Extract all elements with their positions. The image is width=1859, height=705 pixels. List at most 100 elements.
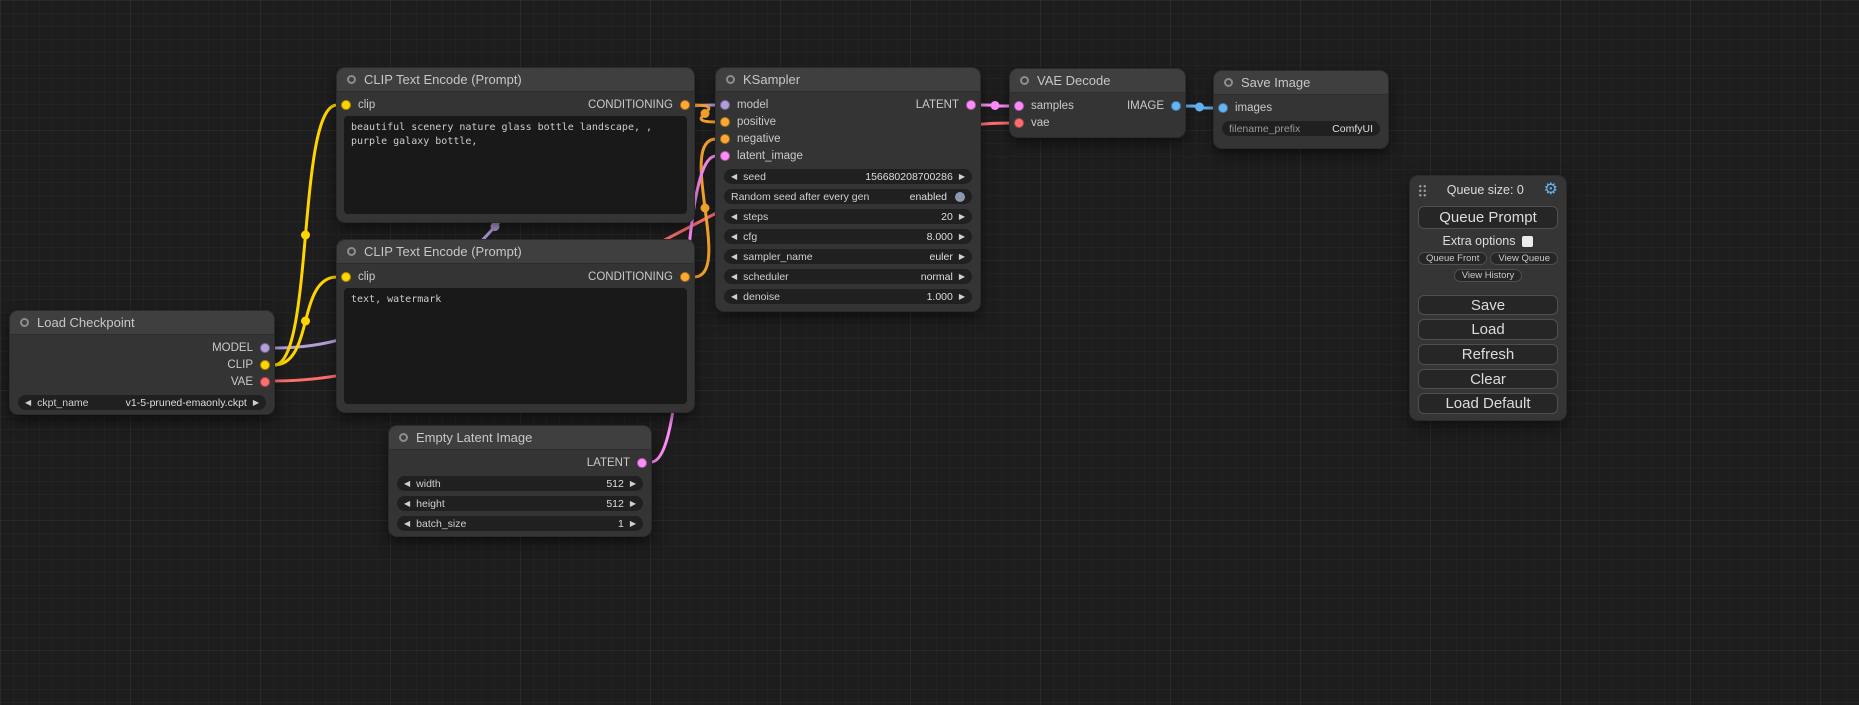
clip-input-dot[interactable] [341,272,351,282]
model-input-dot[interactable] [720,100,730,110]
latent-image-input-dot[interactable] [720,151,730,161]
widget-value: 8.000 [927,231,953,243]
node-titlebar[interactable]: Load Checkpoint [10,311,274,335]
node-vae-decode[interactable]: VAE Decode samples IMAGE vae [1010,69,1185,137]
node-title: Load Checkpoint [37,315,135,330]
node-load-checkpoint[interactable]: Load Checkpoint MODEL CLIP VAE [10,311,274,414]
decrement-arrow-icon[interactable]: ◀ [404,480,410,488]
steps-stepper[interactable]: ◀ steps 20 ▶ [724,209,972,224]
increment-arrow-icon[interactable]: ▶ [630,500,636,508]
node-clip-text-encode-positive[interactable]: CLIP Text Encode (Prompt) clip CONDITION… [337,68,694,222]
ckpt-name-combo[interactable]: ◀ ckpt_name v1-5-pruned-emaonly.ckpt ▶ [18,395,266,410]
prev-arrow-icon[interactable]: ◀ [731,253,737,261]
decrement-arrow-icon[interactable]: ◀ [731,293,737,301]
collapse-dot[interactable] [347,75,356,84]
node-titlebar[interactable]: VAE Decode [1010,69,1185,93]
node-save-image[interactable]: Save Image images filename_prefix ComfyU… [1214,71,1388,148]
clear-button[interactable]: Clear [1418,369,1558,390]
prev-arrow-icon[interactable]: ◀ [731,273,737,281]
node-clip-text-encode-negative[interactable]: CLIP Text Encode (Prompt) clip CONDITION… [337,240,694,412]
positive-input-dot[interactable] [720,117,730,127]
conditioning-output-dot[interactable] [680,100,690,110]
node-titlebar[interactable]: Empty Latent Image [389,426,651,450]
widget-label: cfg [743,231,757,243]
collapse-dot[interactable] [726,75,735,84]
sampler-name-combo[interactable]: ◀ sampler_name euler ▶ [724,249,972,264]
next-arrow-icon[interactable]: ▶ [959,253,965,261]
clip-input-dot[interactable] [341,100,351,110]
increment-arrow-icon[interactable]: ▶ [630,520,636,528]
load-button[interactable]: Load [1418,319,1558,340]
increment-arrow-icon[interactable]: ▶ [959,233,965,241]
toggle-knob[interactable] [955,192,965,202]
model-output-dot[interactable] [260,343,270,353]
widget-label: filename_prefix [1229,123,1300,135]
save-button[interactable]: Save [1418,295,1558,316]
drag-handle-icon[interactable] [1418,184,1427,197]
extra-options-label: Extra options [1443,234,1516,248]
node-titlebar[interactable]: KSampler [716,68,980,92]
increment-arrow-icon[interactable]: ▶ [630,480,636,488]
increment-arrow-icon[interactable]: ▶ [959,213,965,221]
width-stepper[interactable]: ◀ width 512 ▶ [397,476,643,491]
node-titlebar[interactable]: Save Image [1214,71,1388,95]
clip-output-dot[interactable] [260,360,270,370]
collapse-dot[interactable] [20,318,29,327]
vae-output-dot[interactable] [260,377,270,387]
collapse-dot[interactable] [1020,76,1029,85]
seed-stepper[interactable]: ◀ seed 156680208700286 ▶ [724,169,972,184]
vae-input-dot[interactable] [1014,118,1024,128]
decrement-arrow-icon[interactable]: ◀ [404,520,410,528]
random-seed-toggle[interactable]: Random seed after every gen enabled [724,189,972,204]
decrement-arrow-icon[interactable]: ◀ [731,213,737,221]
next-arrow-icon[interactable]: ▶ [253,399,259,407]
increment-arrow-icon[interactable]: ▶ [959,293,965,301]
input-slot-clip: clip [346,271,375,283]
collapse-dot[interactable] [347,247,356,256]
view-history-button[interactable]: View History [1454,269,1523,282]
settings-gear-icon[interactable]: ⚙ [1544,182,1558,198]
input-slot-images: images [1223,102,1272,114]
node-titlebar[interactable]: CLIP Text Encode (Prompt) [337,240,694,264]
queue-panel[interactable]: Queue size: 0 ⚙ Queue Prompt Extra optio… [1410,176,1566,420]
refresh-button[interactable]: Refresh [1418,344,1558,365]
height-stepper[interactable]: ◀ height 512 ▶ [397,496,643,511]
queue-prompt-button[interactable]: Queue Prompt [1418,206,1558,229]
output-slot-latent: LATENT [916,99,971,111]
prompt-textarea[interactable]: beautiful scenery nature glass bottle la… [344,116,687,214]
decrement-arrow-icon[interactable]: ◀ [731,173,737,181]
node-graph-canvas[interactable]: Load Checkpoint MODEL CLIP VAE [0,0,1859,705]
conditioning-output-dot[interactable] [680,272,690,282]
collapse-dot[interactable] [1224,78,1233,87]
image-output-dot[interactable] [1171,101,1181,111]
samples-input-dot[interactable] [1014,101,1024,111]
input-slot-model: model [725,99,768,111]
latent-output-dot[interactable] [637,458,647,468]
decrement-arrow-icon[interactable]: ◀ [731,233,737,241]
collapse-dot[interactable] [399,433,408,442]
increment-arrow-icon[interactable]: ▶ [959,173,965,181]
node-titlebar[interactable]: CLIP Text Encode (Prompt) [337,68,694,92]
scheduler-combo[interactable]: ◀ scheduler normal ▶ [724,269,972,284]
node-empty-latent-image[interactable]: Empty Latent Image LATENT ◀ width 512 ▶ … [389,426,651,536]
widget-label: batch_size [416,518,466,530]
prompt-textarea[interactable]: text, watermark [344,288,687,404]
decrement-arrow-icon[interactable]: ◀ [404,500,410,508]
denoise-stepper[interactable]: ◀ denoise 1.000 ▶ [724,289,972,304]
slot-label: LATENT [916,99,959,111]
latent-output-dot[interactable] [966,100,976,110]
slot-label: images [1235,102,1272,114]
load-default-button[interactable]: Load Default [1418,393,1558,414]
cfg-stepper[interactable]: ◀ cfg 8.000 ▶ [724,229,972,244]
node-title: CLIP Text Encode (Prompt) [364,244,522,259]
images-input-dot[interactable] [1218,103,1228,113]
node-ksampler[interactable]: KSampler model LATENT positive [716,68,980,311]
next-arrow-icon[interactable]: ▶ [959,273,965,281]
filename-prefix-field[interactable]: filename_prefix ComfyUI [1222,121,1380,136]
extra-options-checkbox[interactable] [1522,236,1533,247]
view-queue-button[interactable]: View Queue [1490,252,1558,265]
negative-input-dot[interactable] [720,134,730,144]
prev-arrow-icon[interactable]: ◀ [25,399,31,407]
queue-front-button[interactable]: Queue Front [1418,252,1487,265]
batch-size-stepper[interactable]: ◀ batch_size 1 ▶ [397,516,643,531]
